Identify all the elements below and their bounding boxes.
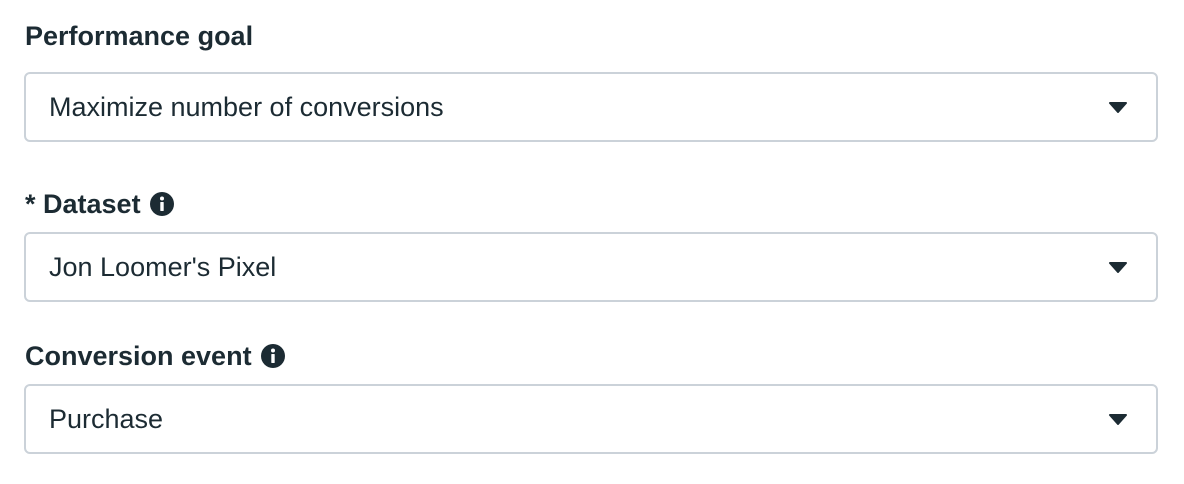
- performance-goal-value: Maximize number of conversions: [49, 91, 444, 122]
- performance-goal-label-text: Performance goal: [25, 20, 254, 51]
- chevron-down-icon: [1108, 261, 1128, 273]
- conversion-event-select[interactable]: Purchase: [24, 384, 1158, 454]
- info-icon[interactable]: [149, 191, 175, 217]
- conversion-event-value: Purchase: [49, 403, 164, 434]
- performance-goal-select[interactable]: Maximize number of conversions: [24, 72, 1158, 142]
- chevron-down-icon: [1108, 101, 1128, 113]
- conversion-event-label-text: Conversion event: [25, 340, 252, 371]
- info-icon[interactable]: [260, 343, 286, 369]
- dataset-value: Jon Loomer's Pixel: [49, 251, 277, 282]
- performance-goal-label: Performance goal: [25, 18, 253, 54]
- dataset-label: * Dataset: [25, 186, 175, 222]
- conversion-event-label: Conversion event: [25, 338, 286, 374]
- dataset-label-text: * Dataset: [25, 188, 141, 219]
- dataset-select[interactable]: Jon Loomer's Pixel: [24, 232, 1158, 302]
- chevron-down-icon: [1108, 413, 1128, 425]
